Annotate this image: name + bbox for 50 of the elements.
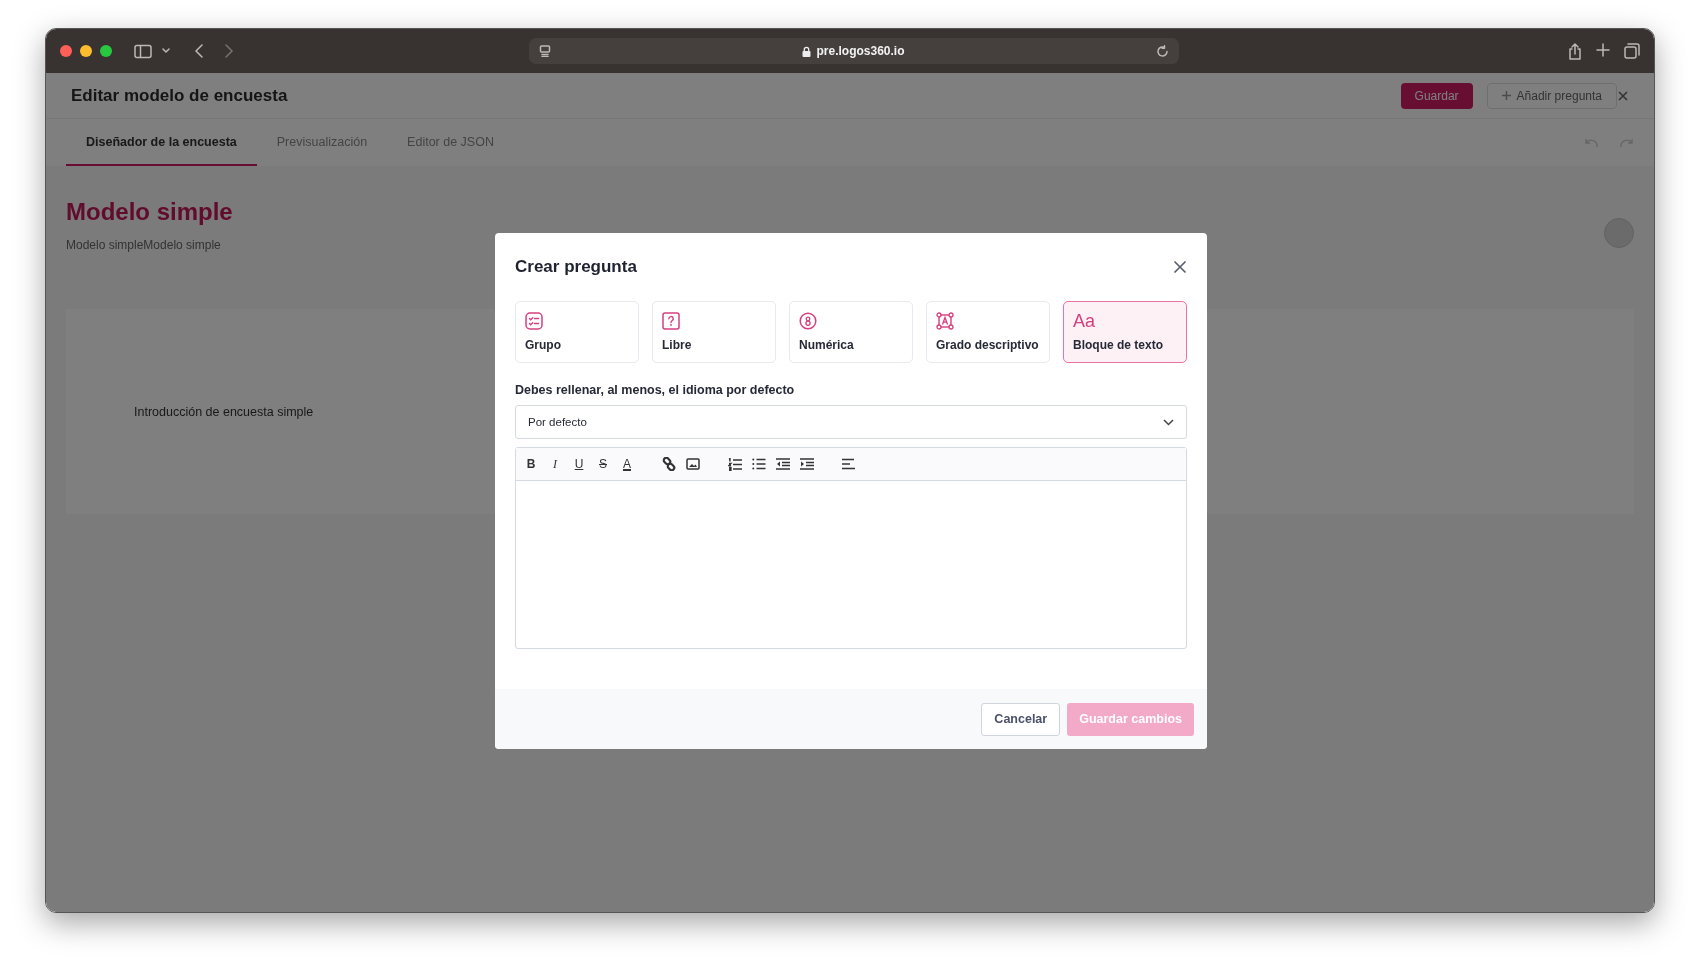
language-select[interactable]: Por defecto <box>515 405 1187 439</box>
new-tab-icon[interactable] <box>1596 42 1610 57</box>
close-icon[interactable] <box>1173 260 1187 274</box>
frame-icon <box>936 312 954 330</box>
share-icon[interactable] <box>1568 42 1582 60</box>
question-type-card[interactable]: Grupo <box>515 301 639 363</box>
survey-title: Modelo simple <box>66 198 233 226</box>
chevron-down-icon[interactable] <box>162 48 170 54</box>
indent-icon[interactable] <box>800 458 814 470</box>
cancel-button[interactable]: Cancelar <box>981 702 1061 736</box>
numbered-list-icon[interactable] <box>728 457 742 471</box>
url-text[interactable]: pre.logos360.io <box>816 44 905 58</box>
survey-description: Modelo simpleModelo simple <box>66 238 222 252</box>
dialog-title: Crear pregunta <box>515 257 637 277</box>
minimize-window-button[interactable] <box>80 45 92 57</box>
text-color-button[interactable]: A <box>620 457 634 471</box>
zoom-window-button[interactable] <box>100 45 112 57</box>
text-editor[interactable]: B I U S A <box>515 447 1187 649</box>
image-icon[interactable] <box>686 458 700 470</box>
language-label: Debes rellenar, al menos, el idioma por defecto <box>515 383 796 397</box>
question-type-card[interactable]: Aa Bloque de texto <box>1063 301 1187 363</box>
intro-text: Introducción de encuesta simple <box>134 404 314 419</box>
back-icon[interactable] <box>194 44 204 58</box>
link-icon[interactable] <box>662 457 676 471</box>
text-type-icon: Aa <box>1073 312 1096 330</box>
bold-button[interactable]: B <box>524 457 538 471</box>
underline-button[interactable]: U <box>572 457 586 471</box>
question-mark-icon <box>662 312 680 330</box>
forward-icon[interactable] <box>224 44 234 58</box>
question-type-card[interactable]: Grado descriptivo <box>926 301 1050 363</box>
sidebar-icon[interactable] <box>134 43 152 59</box>
close-icon[interactable] <box>1617 89 1629 102</box>
reload-icon[interactable] <box>1156 44 1169 58</box>
strikethrough-button[interactable]: S <box>596 457 610 471</box>
align-left-icon[interactable] <box>842 458 856 470</box>
question-type-card[interactable]: Numérica <box>789 301 913 363</box>
bullet-list-icon[interactable] <box>752 458 766 470</box>
page-title: Editar modelo de encuesta <box>71 85 288 106</box>
tabs-overview-icon[interactable] <box>1624 42 1640 59</box>
checklist-icon <box>525 312 543 330</box>
tab[interactable]: Diseñador de la encuesta <box>66 119 257 166</box>
italic-button[interactable]: I <box>548 456 562 472</box>
page-icon <box>539 45 551 57</box>
close-window-button[interactable] <box>60 45 72 57</box>
chevron-down-icon <box>1163 418 1174 426</box>
plus-icon <box>1501 91 1511 100</box>
lock-icon <box>802 45 812 57</box>
outdent-icon[interactable] <box>776 458 790 470</box>
question-type-card[interactable]: Libre <box>652 301 776 363</box>
number-circle-icon <box>799 312 817 330</box>
